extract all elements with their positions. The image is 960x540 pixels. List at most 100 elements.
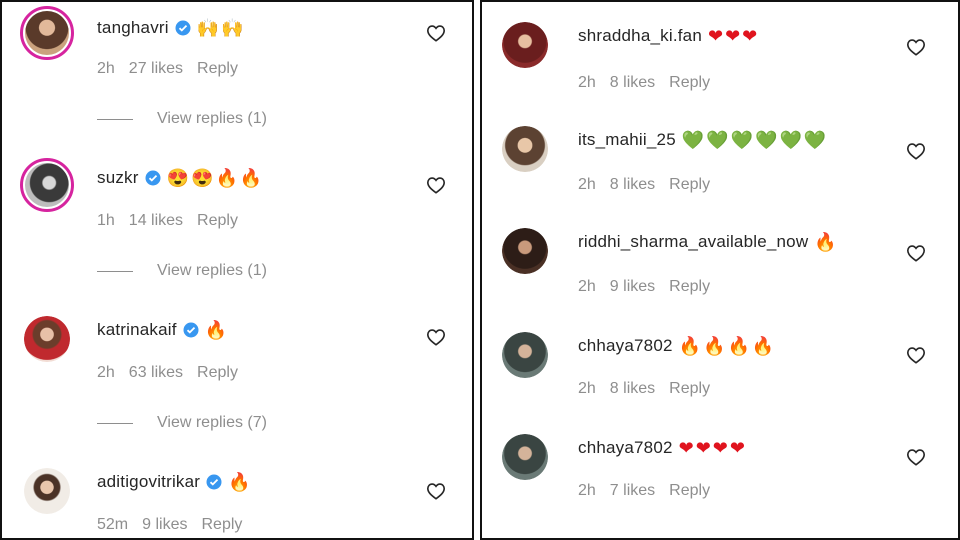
heart-outline-icon[interactable]: [426, 482, 446, 500]
comment-time: 52m: [97, 516, 129, 533]
heart-outline-icon[interactable]: [906, 142, 926, 160]
view-replies-label: View replies (1): [157, 262, 267, 279]
reply-button[interactable]: Reply: [669, 278, 710, 296]
avatar[interactable]: [20, 158, 74, 212]
comment-time: 1h: [97, 212, 115, 229]
view-replies-link[interactable]: View replies (1): [97, 110, 267, 128]
comment-emojis: 😍😍🔥🔥: [166, 168, 265, 188]
heart-outline-icon[interactable]: [906, 38, 926, 56]
comment-emojis: 🙌🙌: [196, 18, 246, 38]
heart-outline-icon[interactable]: [426, 328, 446, 346]
comment-header: chhaya7802 🔥🔥🔥🔥: [578, 336, 776, 356]
reply-button[interactable]: Reply: [201, 516, 242, 534]
comment-time: 2h: [578, 278, 596, 295]
verified-badge-icon: [206, 474, 222, 490]
comment-meta: 2h 63 likes Reply: [97, 364, 238, 382]
like-count[interactable]: 8 likes: [610, 380, 655, 398]
comment-header: shraddha_ki.fan ❤❤❤: [578, 26, 759, 46]
avatar[interactable]: [502, 22, 548, 68]
username[interactable]: chhaya7802: [578, 336, 673, 356]
comment-header: tanghavri 🙌🙌: [97, 18, 246, 38]
comment-time: 2h: [578, 74, 596, 91]
view-replies-link[interactable]: View replies (7): [97, 414, 267, 432]
username[interactable]: chhaya7802: [578, 438, 673, 458]
comment-item: aditigovitrikar 🔥 52m 9 likes Reply: [2, 458, 472, 538]
like-count[interactable]: 8 likes: [610, 176, 655, 194]
comment-time: 2h: [578, 176, 596, 193]
comment-item: shraddha_ki.fan ❤❤❤ 2h 8 likes Reply: [482, 16, 958, 116]
username[interactable]: tanghavri: [97, 18, 169, 38]
comment-meta: 1h 14 likes Reply: [97, 212, 238, 230]
comment-header: its_mahii_25 💚💚💚💚💚💚: [578, 130, 828, 150]
comment-header: chhaya7802 ❤❤❤❤: [578, 438, 747, 458]
comment-meta: 2h 8 likes Reply: [578, 176, 710, 194]
reply-button[interactable]: Reply: [669, 482, 710, 500]
like-count[interactable]: 9 likes: [142, 516, 187, 534]
reply-button[interactable]: Reply: [669, 380, 710, 398]
verified-badge-icon: [175, 20, 191, 36]
avatar[interactable]: [502, 228, 548, 274]
view-replies-label: View replies (1): [157, 110, 267, 127]
left-comments-panel: tanghavri 🙌🙌 2h 27 likes Reply View repl…: [0, 0, 474, 540]
avatar[interactable]: [20, 6, 74, 60]
comment-meta: 2h 27 likes Reply: [97, 60, 238, 78]
verified-badge-icon: [183, 322, 199, 338]
comment-emojis: 💚💚💚💚💚💚: [681, 130, 829, 150]
comment-meta: 2h 9 likes Reply: [578, 278, 710, 296]
username[interactable]: katrinakaif: [97, 320, 177, 340]
comment-time: 2h: [97, 60, 115, 77]
comment-emojis: 🔥: [204, 320, 230, 340]
reply-button[interactable]: Reply: [669, 176, 710, 194]
reply-button[interactable]: Reply: [197, 212, 238, 230]
like-count[interactable]: 8 likes: [610, 74, 655, 92]
comment-item: its_mahii_25 💚💚💚💚💚💚 2h 8 likes Reply: [482, 118, 958, 218]
comment-item: chhaya7802 🔥🔥🔥🔥 2h 8 likes Reply: [482, 322, 958, 422]
avatar[interactable]: [502, 434, 548, 480]
comment-item: riddhi_sharma_available_now 🔥 2h 9 likes…: [482, 220, 958, 320]
avatar[interactable]: [24, 316, 70, 362]
comment-header: aditigovitrikar 🔥: [97, 472, 253, 492]
username[interactable]: riddhi_sharma_available_now: [578, 232, 808, 252]
comment-emojis: 🔥🔥🔥🔥: [678, 336, 777, 356]
avatar[interactable]: [502, 332, 548, 378]
divider: [97, 270, 133, 272]
right-comments-panel: shraddha_ki.fan ❤❤❤ 2h 8 likes Reply its…: [480, 0, 960, 540]
divider: [97, 422, 133, 424]
reply-button[interactable]: Reply: [669, 74, 710, 92]
comment-time: 2h: [578, 380, 596, 397]
heart-outline-icon[interactable]: [426, 176, 446, 194]
username[interactable]: its_mahii_25: [578, 130, 676, 150]
view-replies-link[interactable]: View replies (1): [97, 262, 267, 280]
like-count[interactable]: 7 likes: [610, 482, 655, 500]
username[interactable]: suzkr: [97, 168, 139, 188]
comment-emojis: ❤❤❤: [707, 26, 760, 46]
like-count[interactable]: 27 likes: [129, 60, 183, 78]
comment-header: katrinakaif 🔥: [97, 320, 229, 340]
heart-outline-icon[interactable]: [906, 244, 926, 262]
username[interactable]: aditigovitrikar: [97, 472, 200, 492]
comment-item: suzkr 😍😍🔥🔥 1h 14 likes Reply View replie…: [2, 154, 472, 279]
like-count[interactable]: 9 likes: [610, 278, 655, 296]
comment-header: riddhi_sharma_available_now 🔥: [578, 232, 839, 252]
heart-outline-icon[interactable]: [426, 24, 446, 42]
reply-button[interactable]: Reply: [197, 60, 238, 78]
reply-button[interactable]: Reply: [197, 364, 238, 382]
username[interactable]: shraddha_ki.fan: [578, 26, 702, 46]
avatar[interactable]: [24, 468, 70, 514]
comment-time: 2h: [578, 482, 596, 499]
like-count[interactable]: 63 likes: [129, 364, 183, 382]
comment-time: 2h: [97, 364, 115, 381]
view-replies-label: View replies (7): [157, 414, 267, 431]
comment-item: tanghavri 🙌🙌 2h 27 likes Reply View repl…: [2, 2, 472, 127]
verified-badge-icon: [145, 170, 161, 186]
comment-meta: 2h 8 likes Reply: [578, 380, 710, 398]
comment-emojis: 🔥: [814, 232, 839, 252]
heart-outline-icon[interactable]: [906, 346, 926, 364]
divider: [97, 118, 133, 120]
comment-emojis: ❤❤❤❤: [678, 438, 747, 458]
heart-outline-icon[interactable]: [906, 448, 926, 466]
comment-meta: 2h 7 likes Reply: [578, 482, 710, 500]
like-count[interactable]: 14 likes: [129, 212, 183, 230]
comment-item: katrinakaif 🔥 2h 63 likes Reply View rep…: [2, 306, 472, 431]
avatar[interactable]: [502, 126, 548, 172]
